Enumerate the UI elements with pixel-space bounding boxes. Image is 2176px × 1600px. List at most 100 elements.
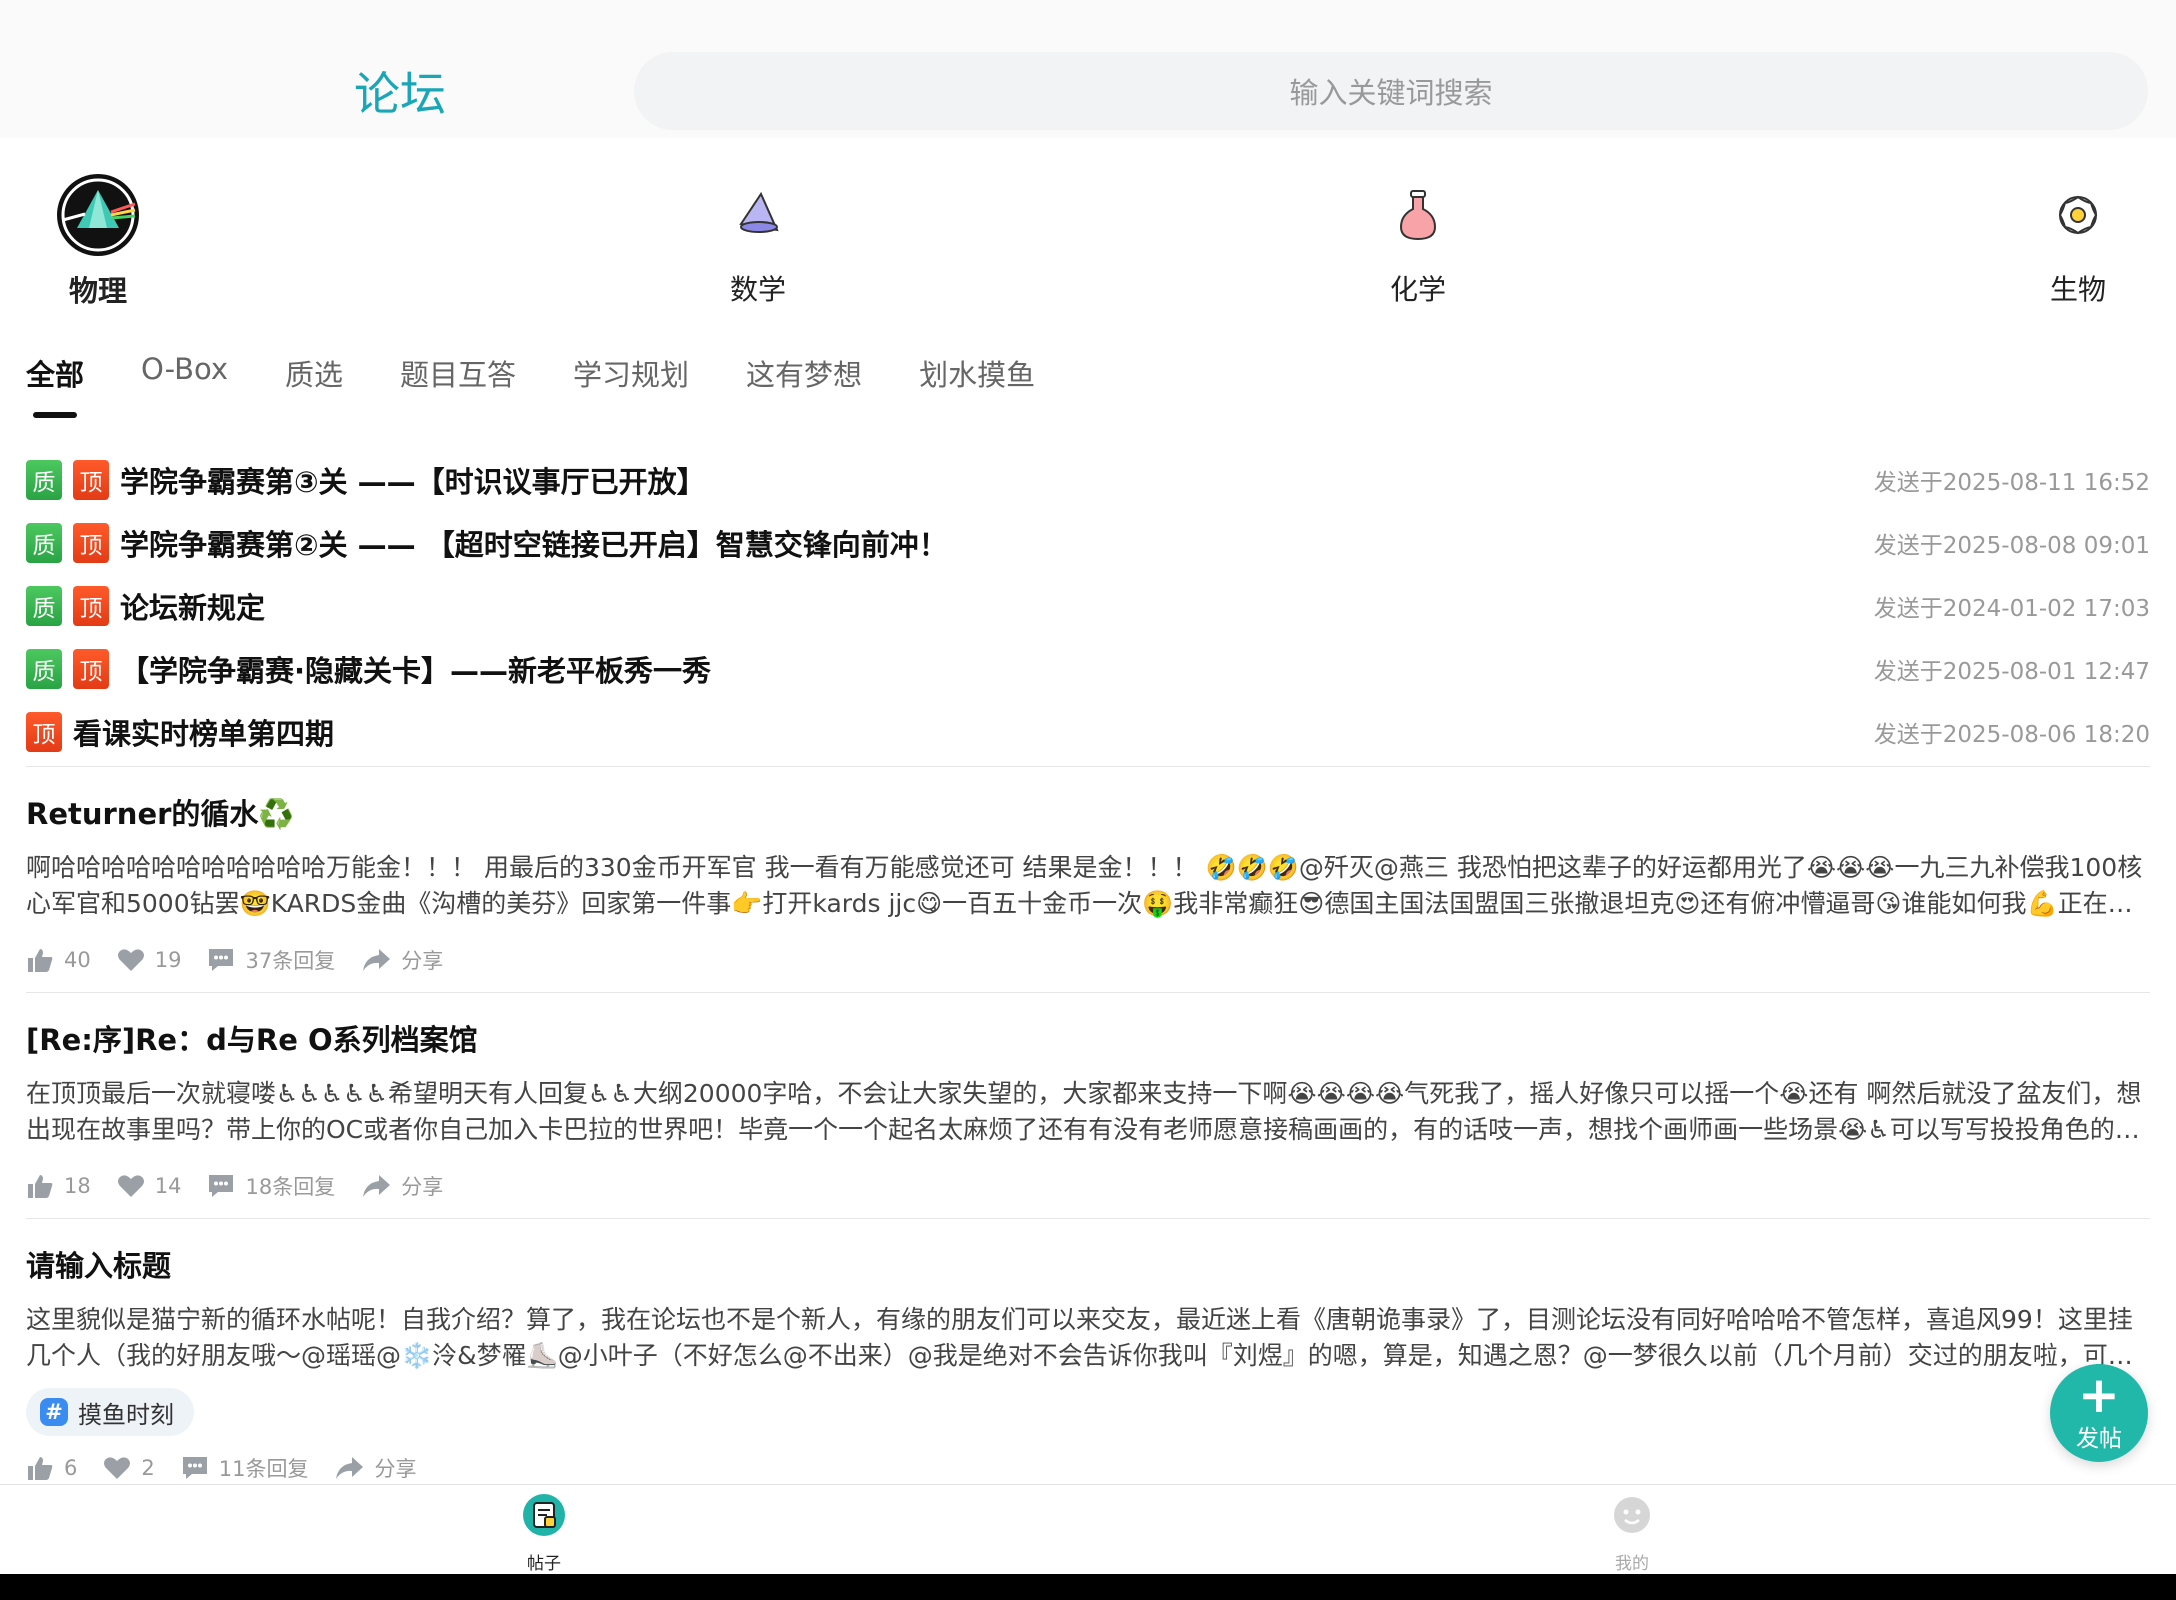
pinned-item[interactable]: 质 顶 学院争霸赛第③关 ——【时识议事厅已开放】 发送于2025-08-11 …	[26, 448, 2150, 511]
reply-button[interactable]: 37条回复	[207, 945, 335, 975]
like-button[interactable]: 6	[26, 1455, 77, 1481]
subject-label: 生物	[2049, 273, 2106, 306]
share-label: 分享	[401, 1175, 444, 1199]
top-badge: 顶	[26, 711, 62, 752]
favorite-count: 19	[154, 948, 182, 972]
pinned-title: 【学院争霸赛·隐藏关卡】——新老平板秀一秀	[120, 653, 712, 688]
post-body: 啊哈哈哈哈哈哈哈哈哈哈哈万能金！！！ 用最后的330金币开军官 我一看有万能感觉…	[26, 853, 2143, 918]
nav-posts-label: 帖子	[527, 1554, 561, 1574]
share-button[interactable]: 分享	[361, 945, 443, 975]
tab-slacking[interactable]: 划水摸鱼	[919, 352, 1035, 402]
prism-icon	[53, 170, 143, 260]
quality-badge: 质	[26, 459, 62, 500]
tab-qa[interactable]: 题目互答	[400, 352, 516, 402]
new-post-label: 发帖	[2076, 1426, 2122, 1452]
thumbs-up-icon	[28, 949, 53, 972]
pinned-time: 发送于2025-08-11 16:52	[1873, 469, 2150, 496]
search-input[interactable]: 输入关键词搜索	[634, 52, 2148, 130]
subject-label: 物理	[68, 274, 127, 308]
page-title: 论坛	[354, 67, 446, 121]
quality-badge: 质	[26, 585, 62, 626]
post-title: [Re:序]Re：d与Re O系列档案馆	[26, 1023, 478, 1057]
like-count: 18	[64, 1174, 91, 1198]
share-icon	[336, 1457, 364, 1479]
comment-icon	[209, 949, 234, 971]
flask-icon	[1373, 170, 1463, 260]
favorite-button[interactable]: 14	[117, 1174, 182, 1198]
pinned-item[interactable]: 质 顶 论坛新规定 发送于2024-01-02 17:03	[26, 574, 2150, 637]
favorite-count: 2	[141, 1456, 155, 1480]
like-button[interactable]: 18	[26, 1173, 91, 1199]
comment-icon	[209, 1175, 234, 1197]
post-card[interactable]: [Re:序]Re：d与Re O系列档案馆 在顶顶最后一次就寝喽♿♿♿♿♿希望明天…	[26, 1018, 2150, 1206]
like-count: 6	[64, 1456, 78, 1480]
top-badge: 顶	[73, 522, 109, 563]
reply-count: 18条回复	[245, 1175, 336, 1199]
header-bar: 论坛 输入关键词搜索	[0, 0, 2176, 138]
favorite-button[interactable]: 2	[103, 1456, 155, 1480]
post-actions: 6 2 11条回复 分享	[26, 1448, 2150, 1488]
comment-icon	[182, 1457, 207, 1479]
tab-study-plan[interactable]: 学习规划	[573, 352, 689, 402]
favorite-button[interactable]: 19	[117, 948, 182, 972]
bottom-nav: 帖子 我的	[0, 1484, 2176, 1574]
pinned-title: 看课实时榜单第四期	[73, 716, 335, 751]
pinned-time: 发送于2024-01-02 17:03	[1873, 595, 2150, 622]
topic-tag[interactable]: # 摸鱼时刻	[26, 1388, 194, 1436]
pinned-item[interactable]: 质 顶 学院争霸赛第②关 —— 【超时空链接已开启】智慧交锋向前冲！ 发送于20…	[26, 511, 2150, 574]
quality-badge: 质	[26, 522, 62, 563]
posts-icon	[523, 1494, 565, 1536]
post-card[interactable]: Returner的循水♻️ 啊哈哈哈哈哈哈哈哈哈哈哈万能金！！！ 用最后的330…	[26, 792, 2150, 980]
subject-chemistry[interactable]: 化学	[1338, 170, 1498, 308]
heart-icon	[117, 1175, 144, 1197]
post-actions: 18 14 18条回复 分享	[26, 1166, 2150, 1206]
category-tabs: 全部 O-Box 质选 题目互答 学习规划 这有梦想 划水摸鱼	[26, 352, 1092, 422]
like-button[interactable]: 40	[26, 947, 91, 973]
subject-label: 数学	[729, 273, 786, 306]
tab-featured[interactable]: 质选	[285, 352, 343, 402]
reply-count: 37条回复	[245, 949, 336, 973]
favorite-count: 14	[154, 1174, 182, 1198]
top-badge: 顶	[73, 585, 109, 626]
tab-obox[interactable]: O-Box	[141, 352, 228, 402]
nav-posts[interactable]: 帖子	[484, 1493, 604, 1574]
nav-me-label: 我的	[1615, 1554, 1649, 1574]
search-placeholder: 输入关键词搜索	[1289, 76, 1493, 110]
hashtag-icon: #	[40, 1398, 68, 1426]
cone-icon	[713, 170, 803, 260]
top-badge: 顶	[73, 648, 109, 689]
subject-label: 化学	[1389, 273, 1446, 306]
share-button[interactable]: 分享	[361, 1171, 443, 1201]
pinned-time: 发送于2025-08-08 09:01	[1873, 532, 2150, 559]
pinned-item[interactable]: 质 顶 【学院争霸赛·隐藏关卡】——新老平板秀一秀 发送于2025-08-01 …	[26, 637, 2150, 700]
divider	[26, 766, 2150, 767]
reply-button[interactable]: 11条回复	[181, 1453, 309, 1483]
quality-badge: 质	[26, 648, 62, 689]
flower-icon	[2033, 170, 2123, 260]
tab-dreams[interactable]: 这有梦想	[746, 352, 862, 402]
subject-math[interactable]: 数学	[678, 170, 838, 308]
topic-tag-label: 摸鱼时刻	[78, 1400, 174, 1429]
share-button[interactable]: 分享	[334, 1453, 416, 1483]
share-icon	[363, 949, 391, 971]
top-badge: 顶	[73, 459, 109, 500]
post-body: 这里貌似是猫宁新的循环水帖呢！自我介绍？算了，我在论坛也不是个新人，有缘的朋友们…	[26, 1305, 2133, 1370]
post-title: 请输入标题	[26, 1249, 172, 1283]
heart-icon	[117, 949, 144, 971]
pinned-list: 质 顶 学院争霸赛第③关 ——【时识议事厅已开放】 发送于2025-08-11 …	[26, 448, 2150, 763]
tab-all[interactable]: 全部	[26, 352, 84, 402]
share-label: 分享	[374, 1457, 417, 1481]
reply-count: 11条回复	[218, 1457, 309, 1481]
nav-me[interactable]: 我的	[1572, 1493, 1692, 1574]
system-navigation-bar	[0, 1574, 2176, 1600]
profile-icon	[1614, 1497, 1650, 1533]
subject-biology[interactable]: 生物	[1998, 170, 2158, 308]
pinned-title: 学院争霸赛第③关 ——【时识议事厅已开放】	[120, 464, 706, 499]
new-post-button[interactable]: + 发帖	[2050, 1364, 2148, 1462]
subject-physics[interactable]: 物理	[18, 170, 178, 310]
divider	[26, 992, 2150, 993]
pinned-item[interactable]: 顶 看课实时榜单第四期 发送于2025-08-06 18:20	[26, 700, 2150, 763]
post-card[interactable]: 请输入标题 这里貌似是猫宁新的循环水帖呢！自我介绍？算了，我在论坛也不是个新人，…	[26, 1244, 2150, 1488]
subject-selector: 物理 数学 化学 生物	[0, 170, 2176, 310]
reply-button[interactable]: 18条回复	[207, 1171, 335, 1201]
